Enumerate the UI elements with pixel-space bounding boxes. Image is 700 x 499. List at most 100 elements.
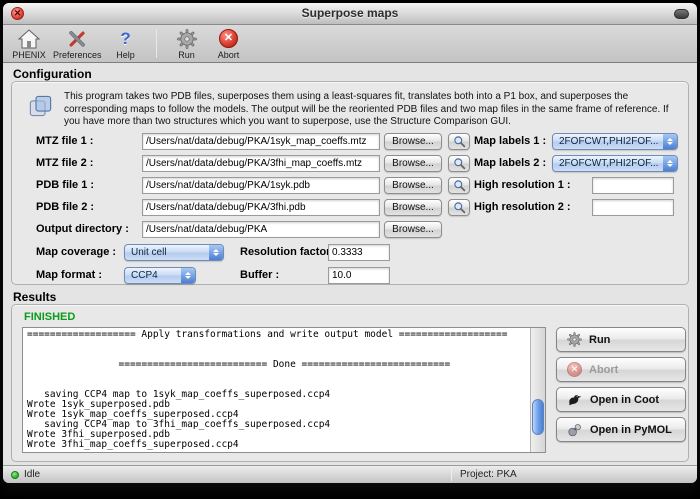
mtz-file-2-inspect-button[interactable]	[448, 155, 470, 172]
map-coverage-label: Map coverage :	[36, 246, 116, 258]
pdb-file-2-label: PDB file 2 :	[36, 201, 94, 213]
console-scrollbar[interactable]	[530, 328, 545, 452]
status-bar: Idle Project: PKA	[3, 465, 697, 483]
pdb-file-2-row: PDB file 2 : Browse... High resolution 2…	[12, 199, 688, 217]
toolbar-abort-button[interactable]: ✕ Abort	[211, 27, 247, 60]
buffer-input[interactable]	[328, 267, 390, 284]
pdb-file-1-inspect-button[interactable]	[448, 177, 470, 194]
open-in-pymol-label: Open in PyMOL	[590, 424, 672, 436]
high-resolution-1-input[interactable]	[592, 177, 674, 194]
output-directory-browse-button[interactable]: Browse...	[384, 221, 442, 238]
toolbar-help-button[interactable]: ? Help	[108, 27, 144, 60]
close-button[interactable]: ✕	[11, 7, 24, 20]
status-badge: FINISHED	[24, 311, 75, 323]
mtz-file-1-inspect-button[interactable]	[448, 133, 470, 150]
dropdown-arrows-icon	[181, 268, 195, 283]
resolution-factor-input[interactable]	[328, 244, 390, 261]
run-gear-icon	[177, 27, 197, 50]
coot-bird-icon	[567, 392, 583, 408]
map-labels-1-dropdown[interactable]: 2FOFCWT,PHI2FOF...	[552, 133, 678, 150]
magnifier-icon	[453, 135, 466, 148]
abort-icon: ✕	[219, 27, 238, 50]
configuration-panel: This program takes two PDB files, superp…	[11, 81, 689, 285]
toolbar-run-button[interactable]: Run	[169, 27, 205, 60]
toolbar-phenix-label: PHENIX	[12, 50, 46, 60]
map-format-row: Map format : CCP4 Buffer :	[12, 267, 688, 285]
status-idle-icon	[11, 471, 19, 479]
results-section-title: Results	[13, 290, 56, 304]
mtz-file-1-label: MTZ file 1 :	[36, 135, 93, 147]
results-panel: FINISHED =================== Apply trans…	[11, 304, 689, 462]
pdb-file-2-input[interactable]	[142, 199, 380, 216]
toolbar-help-label: Help	[116, 50, 135, 60]
console-text: =================== Apply transformation…	[23, 328, 530, 452]
configuration-section-title: Configuration	[13, 67, 92, 81]
magnifier-icon	[453, 157, 466, 170]
open-in-pymol-button[interactable]: Open in PyMOL	[556, 417, 686, 442]
map-format-dropdown[interactable]: CCP4	[124, 267, 196, 284]
app-window: ✕ Superpose maps PHENIX Preferences ? He…	[3, 3, 697, 483]
resolution-factor-label: Resolution factor :	[240, 246, 337, 258]
map-coverage-value: Unit cell	[131, 247, 167, 258]
pdb-file-1-label: PDB file 1 :	[36, 179, 94, 191]
run-button[interactable]: Run	[556, 327, 686, 352]
preferences-tools-icon	[66, 27, 88, 50]
title-bar[interactable]: ✕ Superpose maps	[3, 3, 697, 25]
dropdown-arrows-icon	[663, 134, 677, 149]
window-title: Superpose maps	[3, 3, 697, 24]
run-button-label: Run	[589, 334, 610, 346]
run-gear-icon	[567, 332, 582, 347]
map-labels-2-value: 2FOFCWT,PHI2FOF...	[559, 158, 658, 169]
map-coverage-dropdown[interactable]: Unit cell	[124, 244, 224, 261]
mtz-file-2-label: MTZ file 2 :	[36, 157, 93, 169]
pymol-icon	[567, 422, 583, 438]
abort-button[interactable]: ✕ Abort	[556, 357, 686, 382]
pdb-file-2-inspect-button[interactable]	[448, 199, 470, 216]
mtz-file-1-browse-button[interactable]: Browse...	[384, 133, 442, 150]
pdb-file-2-browse-button[interactable]: Browse...	[384, 199, 442, 216]
console-output[interactable]: =================== Apply transformation…	[22, 327, 546, 453]
toolbar-phenix-button[interactable]: PHENIX	[11, 27, 47, 60]
abort-icon: ✕	[567, 362, 582, 377]
open-in-coot-button[interactable]: Open in Coot	[556, 387, 686, 412]
high-resolution-1-label: High resolution 1 :	[474, 179, 571, 191]
statusbar-divider	[451, 468, 452, 481]
pdb-file-1-input[interactable]	[142, 177, 380, 194]
dropdown-arrows-icon	[663, 156, 677, 171]
scrollbar-thumb[interactable]	[532, 399, 544, 435]
pdb-file-1-browse-button[interactable]: Browse...	[384, 177, 442, 194]
results-buttons: Run ✕ Abort Open in Coot Open in PyMOL	[556, 327, 686, 442]
map-labels-2-label: Map labels 2 :	[474, 157, 546, 169]
output-directory-label: Output directory :	[36, 223, 129, 235]
map-labels-2-dropdown[interactable]: 2FOFCWT,PHI2FOF...	[552, 155, 678, 172]
output-directory-input[interactable]	[142, 221, 380, 238]
superpose-program-icon	[27, 93, 54, 120]
toolbar-toggle-button[interactable]	[674, 9, 689, 19]
magnifier-icon	[453, 201, 466, 214]
abort-button-label: Abort	[589, 364, 618, 376]
toolbar: PHENIX Preferences ? Help Run ✕ Abort	[3, 25, 697, 63]
toolbar-preferences-label: Preferences	[53, 50, 102, 60]
mtz-file-1-row: MTZ file 1 : Browse... Map labels 1 : 2F…	[12, 133, 688, 151]
toolbar-abort-label: Abort	[218, 50, 240, 60]
dropdown-arrows-icon	[209, 245, 223, 260]
high-resolution-2-input[interactable]	[592, 199, 674, 216]
map-format-label: Map format :	[36, 269, 102, 281]
phenix-home-icon	[18, 27, 40, 50]
open-in-coot-label: Open in Coot	[590, 394, 659, 406]
mtz-file-1-input[interactable]	[142, 133, 380, 150]
project-label: Project: PKA	[460, 469, 517, 480]
mtz-file-2-browse-button[interactable]: Browse...	[384, 155, 442, 172]
pdb-file-1-row: PDB file 1 : Browse... High resolution 1…	[12, 177, 688, 195]
map-labels-1-value: 2FOFCWT,PHI2FOF...	[559, 136, 658, 147]
high-resolution-2-label: High resolution 2 :	[474, 201, 571, 213]
help-icon: ?	[120, 27, 130, 50]
mtz-file-2-input[interactable]	[142, 155, 380, 172]
program-description: This program takes two PDB files, superp…	[64, 91, 674, 129]
magnifier-icon	[453, 179, 466, 192]
toolbar-separator	[156, 29, 157, 58]
output-directory-row: Output directory : Browse...	[12, 221, 688, 239]
toolbar-preferences-button[interactable]: Preferences	[53, 27, 102, 60]
mtz-file-2-row: MTZ file 2 : Browse... Map labels 2 : 2F…	[12, 155, 688, 173]
map-format-value: CCP4	[131, 270, 158, 281]
